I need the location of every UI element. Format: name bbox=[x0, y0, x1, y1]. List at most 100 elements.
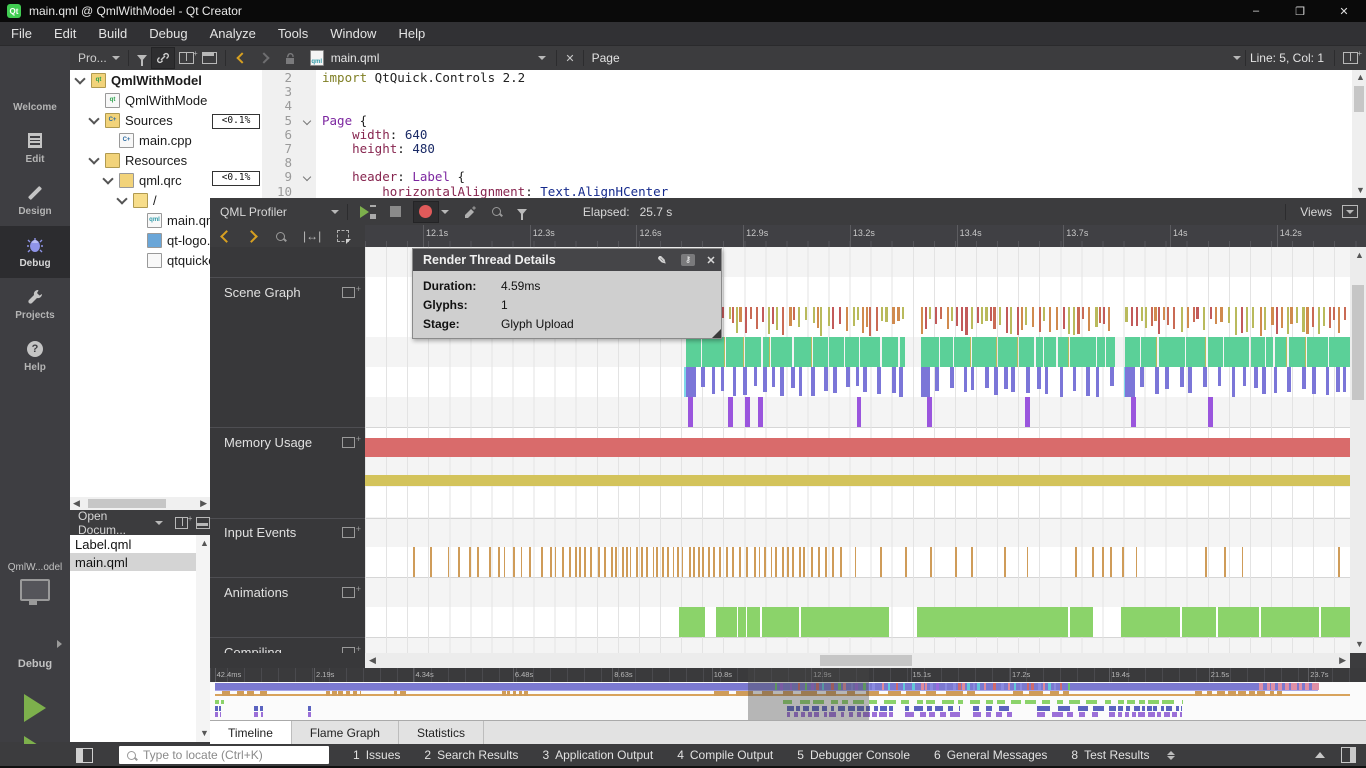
scenegraph-render-preprocess-event[interactable] bbox=[1056, 307, 1058, 330]
scenegraph-render-preprocess-event[interactable] bbox=[1006, 307, 1008, 333]
scenegraph-swap-event[interactable] bbox=[1274, 367, 1278, 393]
scenegraph-render-event[interactable] bbox=[1289, 337, 1306, 367]
scenegraph-render-preprocess-event[interactable] bbox=[1131, 307, 1133, 326]
animations-event[interactable] bbox=[716, 607, 738, 637]
input-events-event[interactable] bbox=[1205, 547, 1207, 577]
scenegraph-render-preprocess-event[interactable] bbox=[1088, 307, 1090, 331]
scenegraph-render-preprocess-event[interactable] bbox=[1167, 307, 1169, 325]
scenegraph-render-event[interactable] bbox=[1019, 337, 1034, 367]
scenegraph-render-event[interactable] bbox=[1125, 337, 1140, 367]
toggle-left-sidebar-icon[interactable] bbox=[76, 748, 93, 763]
scenegraph-render-event[interactable] bbox=[845, 337, 858, 367]
scenegraph-render-event[interactable] bbox=[1097, 337, 1105, 367]
input-events-event[interactable] bbox=[541, 547, 543, 577]
category-memory-usage[interactable]: Memory Usage bbox=[224, 435, 312, 450]
menu-file[interactable]: File bbox=[0, 22, 43, 45]
scenegraph-texture-event[interactable] bbox=[728, 397, 733, 427]
scenegraph-render-preprocess-event[interactable] bbox=[1344, 307, 1346, 320]
close-sidebar-button[interactable] bbox=[198, 47, 221, 69]
expanded-chevron-icon[interactable] bbox=[102, 173, 113, 184]
scenegraph-render-event[interactable] bbox=[921, 337, 939, 367]
animations-event[interactable] bbox=[1182, 607, 1216, 637]
animations-event[interactable] bbox=[1218, 607, 1259, 637]
scroll-up-icon[interactable]: ▲ bbox=[1355, 249, 1364, 262]
scenegraph-render-preprocess-event[interactable] bbox=[853, 307, 855, 326]
input-events-event[interactable] bbox=[818, 547, 820, 577]
tooltip-resize-handle[interactable] bbox=[712, 329, 721, 338]
scenegraph-render-preprocess-event[interactable] bbox=[1290, 307, 1292, 324]
close-panel-icon[interactable] bbox=[196, 517, 210, 529]
scenegraph-render-preprocess-event[interactable] bbox=[750, 307, 752, 319]
scenegraph-swap-event[interactable] bbox=[799, 367, 803, 396]
output-pane-general-messages[interactable]: 6General Messages bbox=[934, 748, 1047, 762]
animations-event[interactable] bbox=[738, 607, 746, 637]
input-events-event[interactable] bbox=[1110, 547, 1112, 577]
scenegraph-render-preprocess-event[interactable] bbox=[1318, 307, 1320, 334]
scenegraph-render-preprocess-event[interactable] bbox=[1068, 307, 1070, 334]
scenegraph-render-sep[interactable] bbox=[1305, 337, 1306, 367]
fit-width-button[interactable]: |↔| bbox=[299, 225, 325, 247]
scenegraph-render-preprocess-event[interactable] bbox=[902, 307, 904, 319]
input-events-event[interactable] bbox=[498, 547, 500, 577]
scenegraph-render-preprocess-event[interactable] bbox=[1193, 307, 1195, 322]
scenegraph-swap-event[interactable] bbox=[1165, 367, 1169, 389]
scenegraph-render-preprocess-event[interactable] bbox=[762, 307, 764, 322]
input-events-event[interactable] bbox=[504, 547, 506, 577]
input-events-event[interactable] bbox=[1092, 547, 1094, 577]
scenegraph-swap-event[interactable] bbox=[1302, 367, 1306, 389]
input-events-event[interactable] bbox=[569, 547, 571, 577]
animations-event[interactable] bbox=[762, 607, 799, 637]
close-document-button[interactable]: ✕ bbox=[561, 47, 578, 69]
project-filter-selector[interactable]: Pro... bbox=[74, 47, 124, 69]
scenegraph-render-preprocess-event[interactable] bbox=[1302, 307, 1304, 332]
scenegraph-texture-event[interactable] bbox=[1131, 397, 1136, 427]
scenegraph-render-preprocess-event[interactable] bbox=[1210, 307, 1212, 319]
scenegraph-swap-event[interactable] bbox=[1218, 367, 1222, 386]
document-dropdown[interactable]: qml main.qml bbox=[306, 47, 384, 69]
profiler-start-button[interactable] bbox=[356, 201, 380, 223]
tree-item-qtquickcontrols2-conf[interactable]: qtquickcontrols2.conf bbox=[70, 250, 210, 270]
timeline-vscrollbar[interactable]: ▲ ▼ bbox=[1350, 247, 1366, 653]
scenegraph-render-preprocess-event[interactable] bbox=[1163, 307, 1165, 320]
input-events-event[interactable] bbox=[803, 547, 805, 577]
minimize-button[interactable]: – bbox=[1234, 0, 1278, 22]
scenegraph-render-preprocess-event[interactable] bbox=[866, 307, 868, 327]
scenegraph-render-preprocess-event[interactable] bbox=[1333, 307, 1335, 320]
scenegraph-swap-event[interactable] bbox=[935, 367, 939, 391]
input-events-event[interactable] bbox=[811, 547, 813, 577]
menu-debug[interactable]: Debug bbox=[138, 22, 198, 45]
menu-tools[interactable]: Tools bbox=[267, 22, 319, 45]
scenegraph-render-preprocess-event[interactable] bbox=[981, 307, 983, 324]
input-events-event[interactable] bbox=[771, 547, 773, 577]
menu-window[interactable]: Window bbox=[319, 22, 387, 45]
scenegraph-render-preprocess-event[interactable] bbox=[892, 307, 894, 324]
scenegraph-render-event[interactable] bbox=[1329, 337, 1350, 367]
scenegraph-render-preprocess-event[interactable] bbox=[985, 307, 987, 321]
scenegraph-render-preprocess-event[interactable] bbox=[951, 307, 953, 321]
scenegraph-render-sep[interactable] bbox=[1017, 337, 1018, 367]
scenegraph-render-preprocess-event[interactable] bbox=[776, 307, 778, 330]
scroll-down-icon[interactable]: ▼ bbox=[1355, 638, 1364, 651]
scenegraph-swap-event[interactable] bbox=[763, 367, 767, 392]
scenegraph-render-preprocess-event[interactable] bbox=[798, 307, 800, 327]
input-events-event[interactable] bbox=[1136, 547, 1138, 577]
scenegraph-render-preprocess-event[interactable] bbox=[1181, 307, 1183, 332]
scenegraph-texture-event[interactable] bbox=[927, 397, 932, 427]
scenegraph-render-preprocess-event[interactable] bbox=[839, 307, 841, 324]
scenegraph-render-event[interactable] bbox=[900, 337, 905, 367]
scenegraph-swap-event[interactable] bbox=[701, 367, 705, 387]
scenegraph-render-sep[interactable] bbox=[1156, 337, 1157, 367]
input-events-event[interactable] bbox=[708, 547, 710, 577]
input-events-event[interactable] bbox=[754, 547, 756, 577]
animations-event[interactable] bbox=[917, 607, 1069, 637]
scroll-down-icon[interactable]: ▼ bbox=[1356, 184, 1365, 197]
scenegraph-render-event[interactable] bbox=[686, 337, 701, 367]
mode-edit[interactable]: Edit bbox=[0, 122, 70, 174]
input-events-event[interactable] bbox=[622, 547, 624, 577]
mode-design[interactable]: Design bbox=[0, 174, 70, 226]
expand-category-icon[interactable] bbox=[342, 437, 355, 448]
input-events-event[interactable] bbox=[413, 547, 415, 577]
input-events-event[interactable] bbox=[698, 547, 700, 577]
scenegraph-render-sep[interactable] bbox=[724, 337, 725, 367]
scenegraph-render-event[interactable] bbox=[972, 337, 997, 367]
